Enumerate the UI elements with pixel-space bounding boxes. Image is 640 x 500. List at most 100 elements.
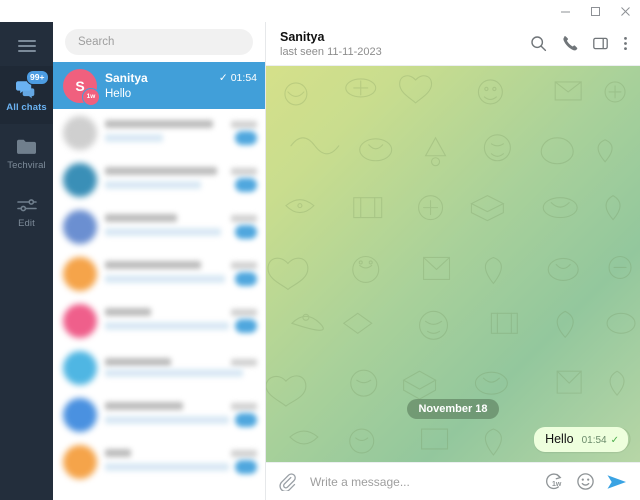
sliders-icon [15,193,39,215]
avatar[interactable] [63,209,97,244]
self-destruct-timer-icon[interactable]: 1w [545,472,565,492]
chat-rows[interactable]: S 1w Sanitya ✓ 01:54 Hello [53,62,265,500]
chat-row-top: Sanitya ✓ 01:54 [105,71,257,85]
chat-row-unread-badge [235,272,257,286]
message-canvas: November 18 Hello 01:54 ✓ [266,66,640,462]
conversation-subtitle: last seen 11-11-2023 [280,45,382,58]
chat-row-preview: Hello [105,88,132,100]
chat-row-name [105,261,201,269]
chat-row-preview [105,369,243,377]
message-time: 01:54 [581,435,607,446]
search-icon[interactable] [530,35,547,52]
ttl-badge-icon: 1w [82,87,100,106]
conversation-panel: Sanitya last seen 11-11-2023 November 18… [266,22,640,500]
chat-row[interactable] [53,391,265,438]
chat-row-name [105,308,151,316]
window-minimize-button[interactable] [550,0,580,22]
chat-row-preview [105,275,225,283]
search-bar: Search [53,22,265,62]
chat-row-content [105,308,257,333]
chat-row[interactable] [53,156,265,203]
chat-row-top [105,167,257,175]
avatar[interactable] [63,397,97,432]
chat-row[interactable] [53,438,265,485]
more-menu-icon[interactable] [623,35,628,52]
avatar[interactable] [63,256,97,291]
chat-row-bottom [105,413,257,427]
rail-item-all-chats[interactable]: 99+ All chats [0,66,53,124]
chat-row[interactable] [53,250,265,297]
chat-row-time [231,358,257,366]
main-menu-button[interactable] [0,26,53,66]
telegram-window: 99+ All chats Techviral Edit Search S 1w… [0,0,640,500]
chat-row[interactable] [53,109,265,156]
chat-row-time [231,402,257,410]
chat-row-top [105,261,257,269]
chat-row-name [105,449,131,457]
chat-row-name [105,358,171,366]
chat-row-unread-badge [235,225,257,239]
avatar[interactable] [63,444,97,479]
chat-row[interactable] [53,344,265,391]
chat-row-top [105,214,257,222]
self-destruct-timer-label: 1w [552,480,562,488]
chat-row[interactable] [53,297,265,344]
conversation-title: Sanitya [280,29,325,44]
chat-row-unread-badge [235,131,257,145]
chat-row-bottom [105,319,257,333]
chat-row-preview [105,228,221,236]
chat-row-name [105,214,177,222]
window-maximize-button[interactable] [580,0,610,22]
chat-row-sanitya[interactable]: S 1w Sanitya ✓ 01:54 Hello [53,62,265,109]
message-list: November 18 Hello 01:54 ✓ [266,66,640,462]
chat-row-content [105,261,257,286]
message-composer: Write a message... 1w [266,462,640,500]
chat-row-bottom [105,460,257,474]
chat-row-preview [105,416,229,424]
chat-row-name [105,120,213,128]
blurred-chat-rows[interactable] [53,109,265,485]
window-close-button[interactable] [610,0,640,22]
chat-row[interactable] [53,203,265,250]
chat-list-panel: Search S 1w Sanitya ✓ 01:54 Hello [53,0,266,500]
date-divider: November 18 [278,399,628,419]
folders-rail: 99+ All chats Techviral Edit [0,0,53,500]
message-sent-check-icon: ✓ [610,435,619,446]
search-input[interactable]: Search [65,29,253,55]
avatar[interactable] [63,162,97,197]
message-text: Hello [545,432,574,446]
avatar[interactable] [63,350,97,385]
chat-row-unread-badge [235,413,257,427]
info-panel-icon[interactable] [592,35,609,52]
message-bubble-outgoing[interactable]: Hello 01:54 ✓ [534,427,628,452]
search-placeholder: Search [78,36,115,48]
attach-icon[interactable] [278,472,296,491]
avatar[interactable]: S 1w [63,68,100,106]
chat-row-unread-badge [235,460,257,474]
sent-check-icon: ✓ [218,72,228,84]
message-input[interactable]: Write a message... [307,475,534,489]
conversation-titles[interactable]: Sanitya last seen 11-11-2023 [280,30,520,58]
chat-row-bottom [105,369,257,377]
rail-item-edit[interactable]: Edit [0,182,53,240]
chat-row-bottom [105,178,257,192]
chat-row-name [105,167,217,175]
avatar[interactable] [63,303,97,338]
chat-row-time [231,261,257,269]
unread-badge: 99+ [25,70,49,85]
phone-icon[interactable] [561,35,578,52]
chat-row-bottom [105,131,257,145]
window-titlebar [0,0,640,22]
message-input-placeholder: Write a message... [310,474,410,489]
rail-item-techviral[interactable]: Techviral [0,124,53,182]
chat-row-preview [105,463,229,471]
chat-row-meta: ✓ 01:54 [219,72,257,84]
send-button[interactable] [606,473,628,491]
chat-row-top [105,308,257,316]
date-divider-label: November 18 [407,399,499,419]
chat-row-unread-badge [235,319,257,333]
chat-row-preview [105,134,163,142]
emoji-icon[interactable] [576,472,595,491]
avatar[interactable] [63,115,97,150]
titlebar-drag-area[interactable] [0,0,550,22]
